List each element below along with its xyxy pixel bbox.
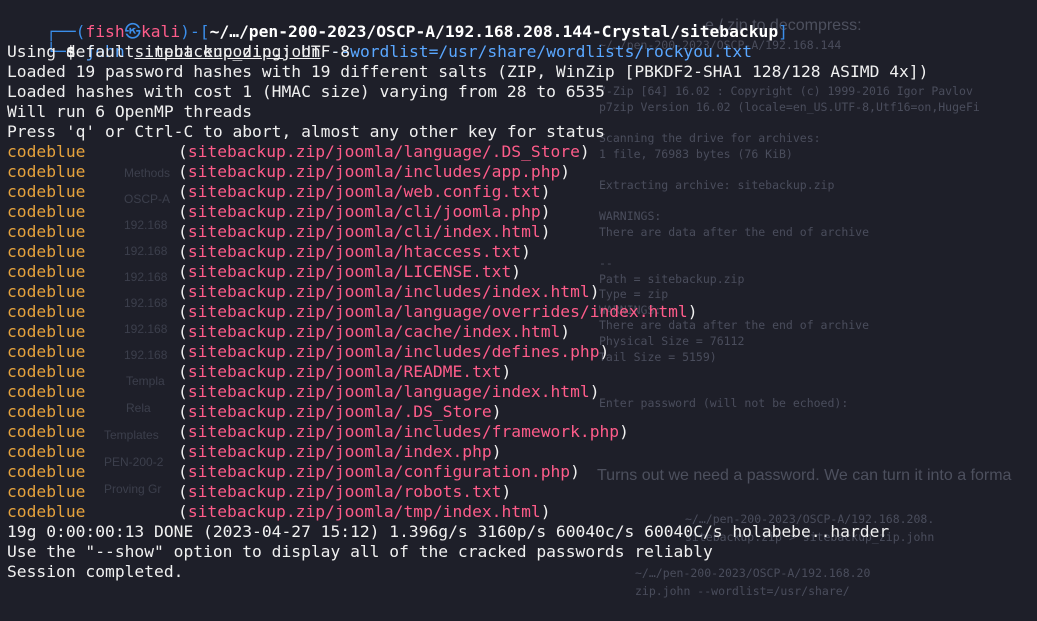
cracked-password: codeblue bbox=[7, 222, 86, 241]
cracked-row: codeblue (sitebackup.zip/joomla/cli/jooml… bbox=[7, 202, 551, 221]
cracked-password: codeblue bbox=[7, 422, 86, 441]
output-line: 19g 0:00:00:13 DONE (2023-04-27 15:12) 1… bbox=[7, 522, 890, 541]
cracked-row: codeblue (sitebackup.zip/joomla/cli/index… bbox=[7, 222, 551, 241]
cracked-password: codeblue bbox=[7, 402, 86, 421]
cracked-password: codeblue bbox=[7, 262, 86, 281]
output-line: Use the "--show" option to display all o… bbox=[7, 542, 713, 561]
cracked-file-path: sitebackup.zip/joomla/includes/framework… bbox=[187, 422, 620, 441]
cracked-file-path: sitebackup.zip/joomla/includes/defines.p… bbox=[187, 342, 600, 361]
cracked-file-path: sitebackup.zip/joomla/includes/app.php bbox=[187, 162, 561, 181]
cracked-row: codeblue (sitebackup.zip/joomla/index.php… bbox=[7, 442, 502, 461]
prompt-line-next: ┌──(fish㉿kali)-[~/…/pen-200-2023/OSCP-A/… bbox=[7, 602, 1037, 621]
cracked-password: codeblue bbox=[7, 302, 86, 321]
output-line: Will run 6 OpenMP threads bbox=[7, 102, 253, 121]
cracked-row: codeblue (sitebackup.zip/joomla/.DS_Store… bbox=[7, 402, 502, 421]
cracked-row: codeblue (sitebackup.zip/joomla/configura… bbox=[7, 462, 580, 481]
prompt-user: fish bbox=[85, 22, 125, 41]
cracked-row: codeblue (sitebackup.zip/joomla/language/… bbox=[7, 142, 590, 161]
output-line: Session completed. bbox=[7, 562, 184, 581]
command-option: --wordlist=/usr/share/wordlists/rockyou.… bbox=[330, 42, 753, 61]
cracked-password: codeblue bbox=[7, 142, 86, 161]
cracked-password: codeblue bbox=[7, 322, 86, 341]
cracked-password: codeblue bbox=[7, 182, 86, 201]
prompt-line: ┌──(fish㉿kali)-[~/…/pen-200-2023/OSCP-A/… bbox=[46, 22, 788, 41]
cracked-file-path: sitebackup.zip/joomla/configuration.php bbox=[187, 462, 571, 481]
cracked-file-path: sitebackup.zip/joomla/cache/index.html bbox=[187, 322, 561, 341]
cracked-file-path: sitebackup.zip/joomla/LICENSE.txt bbox=[187, 262, 512, 281]
cracked-row: codeblue (sitebackup.zip/joomla/README.tx… bbox=[7, 362, 512, 381]
cracked-file-path: sitebackup.zip/joomla/cli/index.html bbox=[187, 222, 541, 241]
john-footer-output: 19g 0:00:00:13 DONE (2023-04-27 15:12) 1… bbox=[7, 522, 1037, 582]
cracked-password: codeblue bbox=[7, 502, 86, 521]
cracked-password: codeblue bbox=[7, 462, 86, 481]
cracked-file-path: sitebackup.zip/joomla/robots.txt bbox=[187, 482, 502, 501]
cracked-row: codeblue (sitebackup.zip/joomla/cache/ind… bbox=[7, 322, 571, 341]
cracked-password: codeblue bbox=[7, 442, 86, 461]
cracked-row: codeblue (sitebackup.zip/joomla/language/… bbox=[7, 382, 600, 401]
cracked-file-path: sitebackup.zip/joomla/.DS_Store bbox=[187, 402, 492, 421]
prompt-separator: ㉿ bbox=[124, 22, 141, 41]
cracked-password-list: codeblue (sitebackup.zip/joomla/language/… bbox=[7, 142, 1037, 522]
output-line: Press 'q' or Ctrl-C to abort, almost any… bbox=[7, 122, 605, 141]
cracked-row: codeblue (sitebackup.zip/joomla/htaccess.… bbox=[7, 242, 531, 261]
cracked-row: codeblue (sitebackup.zip/joomla/includes/… bbox=[7, 282, 600, 301]
cracked-password: codeblue bbox=[7, 482, 86, 501]
cracked-file-path: sitebackup.zip/joomla/includes/index.htm… bbox=[187, 282, 590, 301]
cracked-file-path: sitebackup.zip/joomla/language/overrides… bbox=[187, 302, 688, 321]
cracked-password: codeblue bbox=[7, 382, 86, 401]
cracked-row: codeblue (sitebackup.zip/joomla/includes/… bbox=[7, 162, 571, 181]
prompt-path: ~/…/pen-200-2023/OSCP-A/192.168.208.144-… bbox=[209, 22, 779, 41]
terminal-output[interactable]: ┌──(fish㉿kali)-[~/…/pen-200-2023/OSCP-A/… bbox=[7, 2, 1037, 621]
cracked-file-path: sitebackup.zip/joomla/index.php bbox=[187, 442, 492, 461]
cracked-password: codeblue bbox=[7, 162, 86, 181]
cracked-row: codeblue (sitebackup.zip/joomla/LICENSE.t… bbox=[7, 262, 522, 281]
cracked-file-path: sitebackup.zip/joomla/htaccess.txt bbox=[187, 242, 522, 261]
cracked-password: codeblue bbox=[7, 282, 86, 301]
output-line: Loaded 19 password hashes with 19 differ… bbox=[7, 62, 929, 81]
output-line: Loaded hashes with cost 1 (HMAC size) va… bbox=[7, 82, 605, 101]
cracked-password: codeblue bbox=[7, 342, 86, 361]
cracked-password: codeblue bbox=[7, 362, 86, 381]
cracked-row: codeblue (sitebackup.zip/joomla/web.confi… bbox=[7, 182, 551, 201]
cracked-row: codeblue (sitebackup.zip/joomla/includes/… bbox=[7, 342, 610, 361]
cracked-row: codeblue (sitebackup.zip/joomla/robots.tx… bbox=[7, 482, 512, 501]
prompt-host: kali bbox=[140, 22, 181, 41]
cracked-file-path: sitebackup.zip/joomla/language/index.htm… bbox=[187, 382, 590, 401]
cracked-row: codeblue (sitebackup.zip/joomla/language/… bbox=[7, 302, 698, 321]
cracked-file-path: sitebackup.zip/joomla/web.config.txt bbox=[187, 182, 541, 201]
cracked-file-path: sitebackup.zip/joomla/tmp/index.html bbox=[187, 502, 541, 521]
cracked-file-path: sitebackup.zip/joomla/language/.DS_Store bbox=[187, 142, 580, 161]
cracked-password: codeblue bbox=[7, 202, 86, 221]
cracked-row: codeblue (sitebackup.zip/joomla/includes/… bbox=[7, 422, 629, 441]
cracked-password: codeblue bbox=[7, 242, 86, 261]
cracked-file-path: sitebackup.zip/joomla/cli/joomla.php bbox=[187, 202, 541, 221]
cracked-file-path: sitebackup.zip/joomla/README.txt bbox=[187, 362, 502, 381]
cracked-row: codeblue (sitebackup.zip/joomla/tmp/index… bbox=[7, 502, 551, 521]
